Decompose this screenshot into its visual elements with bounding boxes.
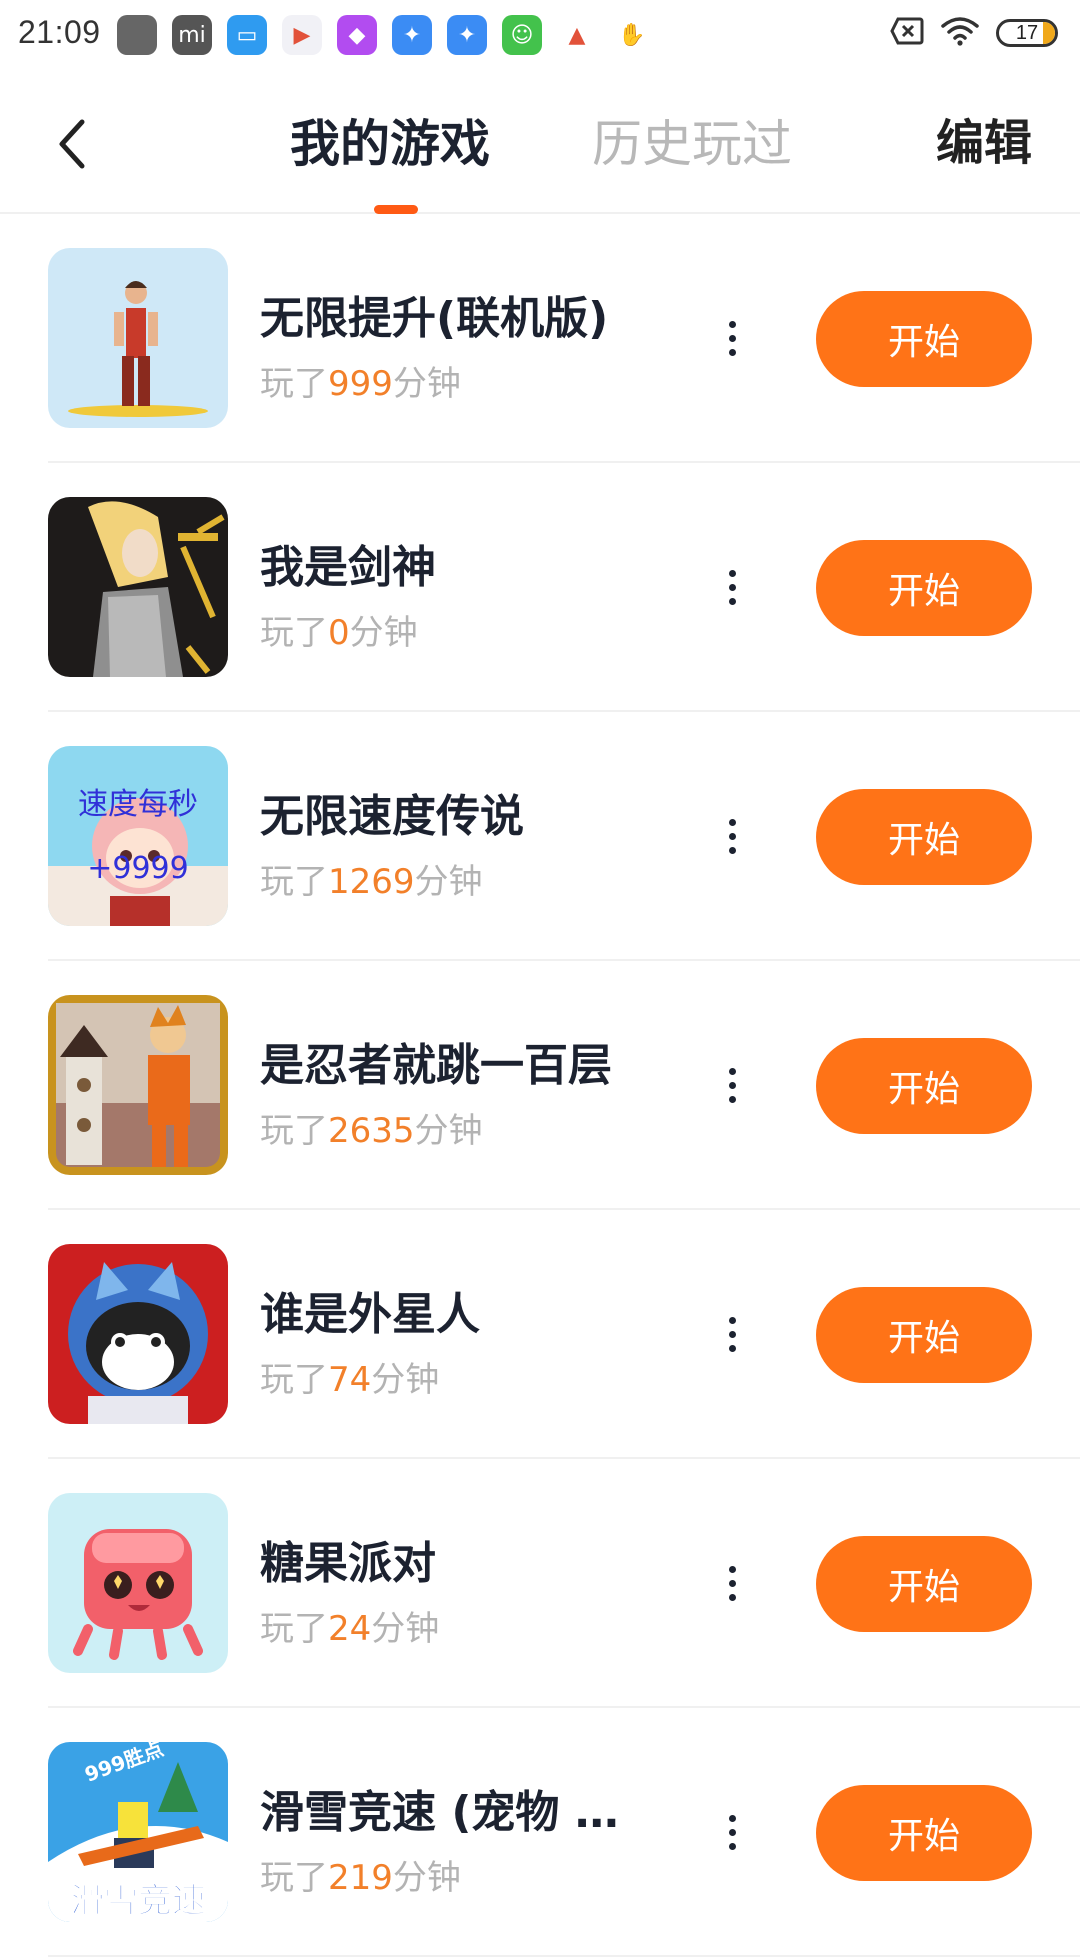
wallet-icon: ▭ [227, 15, 267, 55]
game-icon-sword-hero[interactable] [48, 497, 228, 677]
game-playtime: 玩了0分钟 [260, 605, 418, 654]
more-options-icon[interactable] [712, 1553, 752, 1613]
icon-caption: 滑雪竞速 [70, 1881, 206, 1921]
prism-icon: ▲ [557, 15, 597, 55]
gallery-icon: ◆ [337, 15, 377, 55]
game-title[interactable]: 糖果派对 [260, 1527, 660, 1591]
android-robot-icon: ☺ [502, 15, 542, 55]
playtime-prefix: 玩了 [260, 1360, 328, 1400]
tab-my-games[interactable]: 我的游戏 [290, 115, 490, 174]
battery-icon: 17 [996, 19, 1058, 47]
mi-icon: mi [172, 15, 212, 55]
game-title[interactable]: 是忍者就跳一百层 [260, 1029, 660, 1093]
start-button[interactable]: 开始 [816, 291, 1032, 387]
game-row[interactable]: 我是剑神 玩了0分钟 开始 [0, 463, 1080, 712]
more-options-icon[interactable] [712, 806, 752, 866]
battery-level: 17 [1015, 21, 1039, 44]
playtime-minutes: 999 [328, 364, 393, 404]
game-title[interactable]: 我是剑神 [260, 531, 660, 595]
cleaner-icon-2: ✦ [447, 15, 487, 55]
playtime-suffix: 分钟 [392, 364, 461, 404]
game-playtime: 玩了2635分钟 [260, 1103, 483, 1152]
playtime-suffix: 分钟 [371, 1360, 440, 1400]
sim-off-icon [890, 17, 924, 49]
game-icon-astronaut-cat[interactable] [48, 1244, 228, 1424]
start-button[interactable]: 开始 [816, 1536, 1032, 1632]
status-bar: 21:09 mi ▭ ▶ ◆ ✦ ✦ ☺ ▲ ✋ 17 [0, 0, 1080, 72]
cleaner-icon: ✦ [392, 15, 432, 55]
game-icon-ski-racer[interactable]: 999胜点 滑雪竞速 [48, 1742, 228, 1922]
start-button[interactable]: 开始 [816, 1287, 1032, 1383]
back-button[interactable] [40, 112, 104, 176]
playtime-prefix: 玩了 [260, 1858, 328, 1898]
playtime-prefix: 玩了 [260, 862, 328, 902]
playtime-suffix: 分钟 [414, 1111, 483, 1151]
start-button[interactable]: 开始 [816, 1038, 1032, 1134]
icon-caption: 速度每秒 [78, 787, 198, 822]
game-icon-speed-anime-girl[interactable]: 速度每秒 +9999 [48, 746, 228, 926]
more-options-icon[interactable] [712, 1055, 752, 1115]
game-row[interactable]: 无限提升(联机版) 玩了999分钟 开始 [0, 214, 1080, 463]
chevron-left-icon [59, 119, 85, 169]
status-time: 21:09 [18, 14, 101, 50]
more-options-icon[interactable] [712, 1802, 752, 1862]
playtime-prefix: 玩了 [260, 613, 328, 653]
playtime-suffix: 分钟 [392, 1858, 461, 1898]
playtime-minutes: 219 [328, 1858, 393, 1898]
game-playtime: 玩了1269分钟 [260, 854, 483, 903]
playtime-suffix: 分钟 [371, 1609, 440, 1649]
game-title[interactable]: 谁是外星人 [260, 1278, 660, 1342]
game-row[interactable]: 谁是外星人 玩了74分钟 开始 [0, 1210, 1080, 1459]
header-bar: 我的游戏 历史玩过 编辑 [0, 72, 1080, 214]
playtime-minutes: 0 [328, 613, 350, 653]
game-playtime: 玩了999分钟 [260, 356, 461, 405]
playtime-minutes: 2635 [328, 1111, 415, 1151]
active-tab-indicator [374, 205, 418, 214]
playtime-prefix: 玩了 [260, 364, 328, 404]
game-title[interactable]: 无限提升(联机版) [260, 282, 660, 346]
more-options-icon[interactable] [712, 308, 752, 368]
game-row[interactable]: 是忍者就跳一百层 玩了2635分钟 开始 [0, 961, 1080, 1210]
game-title[interactable]: 滑雪竞速 (宠物 重… [260, 1776, 660, 1840]
game-playtime: 玩了24分钟 [260, 1601, 439, 1650]
game-mascot-icon: ✋ [612, 15, 652, 55]
playtime-minutes: 74 [328, 1360, 372, 1400]
system-icons: 17 [890, 16, 1058, 50]
game-icon-jelly-candy[interactable] [48, 1493, 228, 1673]
game-row[interactable]: 速度每秒 +9999 无限速度传说 玩了1269分钟 开始 [0, 712, 1080, 961]
playtime-prefix: 玩了 [260, 1609, 328, 1649]
playtime-suffix: 分钟 [414, 862, 483, 902]
more-options-icon[interactable] [712, 557, 752, 617]
app-icon-gray [117, 15, 157, 55]
more-options-icon[interactable] [712, 1304, 752, 1364]
icon-caption: +9999 [87, 851, 188, 886]
game-icon-runner-on-board[interactable] [48, 248, 228, 428]
game-title[interactable]: 无限速度传说 [260, 780, 660, 844]
game-icon-ninja-tower[interactable] [48, 995, 228, 1175]
tab-history[interactable]: 历史玩过 [592, 115, 792, 174]
game-playtime: 玩了74分钟 [260, 1352, 439, 1401]
playtime-suffix: 分钟 [349, 613, 418, 653]
edit-button[interactable]: 编辑 [936, 115, 1032, 171]
wifi-icon [940, 16, 980, 50]
playtime-minutes: 1269 [328, 862, 415, 902]
notification-icons: mi ▭ ▶ ◆ ✦ ✦ ☺ ▲ ✋ [117, 15, 652, 55]
video-play-icon: ▶ [282, 15, 322, 55]
game-playtime: 玩了219分钟 [260, 1850, 461, 1899]
start-button[interactable]: 开始 [816, 789, 1032, 885]
start-button[interactable]: 开始 [816, 1785, 1032, 1881]
game-row[interactable]: 糖果派对 玩了24分钟 开始 [0, 1459, 1080, 1708]
playtime-minutes: 24 [328, 1609, 372, 1649]
start-button[interactable]: 开始 [816, 540, 1032, 636]
playtime-prefix: 玩了 [260, 1111, 328, 1151]
